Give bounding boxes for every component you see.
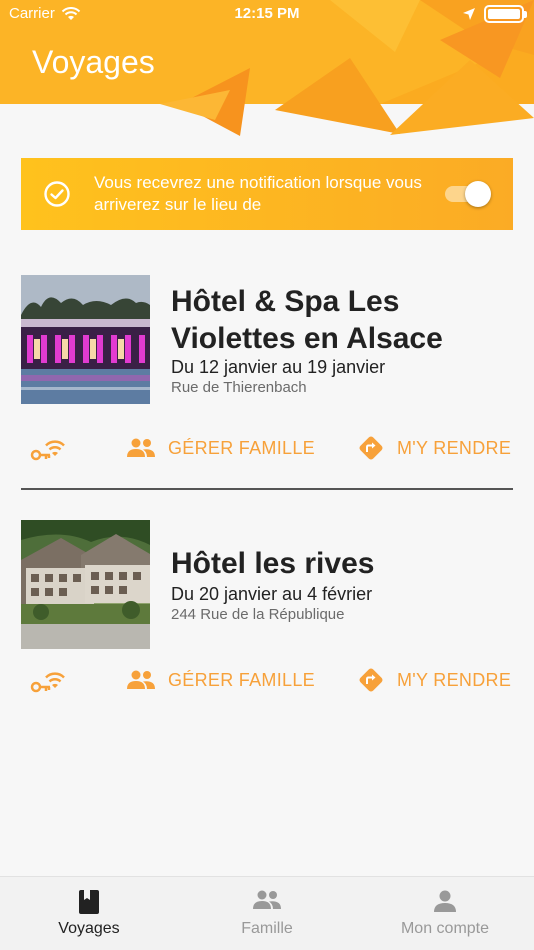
- clock: 12:15 PM: [234, 5, 300, 22]
- trip-actions: GÉRER FAMILLE M'Y RENDRE: [0, 428, 534, 468]
- tab-voyages[interactable]: Voyages: [0, 877, 178, 950]
- check-circle-icon: [44, 181, 70, 207]
- notification-text: Vous recevrez une notification lorsque v…: [94, 173, 422, 214]
- hotel-name: Hôtel les rives: [171, 547, 375, 580]
- hotel-name: Hôtel & Spa Les Violettes en Alsace: [171, 285, 443, 355]
- directions-icon: [359, 436, 383, 460]
- manage-family-label: GÉRER FAMILLE: [168, 437, 315, 458]
- manage-family-label: GÉRER FAMILLE: [168, 669, 315, 690]
- trip-dates: Du 12 janvier au 19 janvier: [171, 357, 386, 377]
- notification-toggle[interactable]: [443, 180, 491, 208]
- directions-label: M'Y RENDRE: [397, 437, 512, 458]
- notification-banner: Vous recevrez une notification lorsque v…: [21, 158, 513, 230]
- page-title: Voyages: [32, 44, 155, 80]
- status-bar: Carrier 12:15 PM: [0, 0, 534, 28]
- tab-label: Voyages: [58, 920, 120, 937]
- wifi-key-icon: [30, 440, 65, 461]
- people-icon: [253, 890, 281, 909]
- tab-label: Famille: [241, 920, 293, 937]
- people-icon: [127, 438, 155, 457]
- people-icon: [127, 670, 155, 689]
- trip-dates: Du 20 janvier au 4 février: [171, 584, 373, 604]
- hotel-photo: [21, 275, 150, 404]
- directions-icon: [359, 668, 383, 692]
- tab-label: Mon compte: [400, 920, 490, 937]
- person-icon: [434, 890, 456, 912]
- directions-label: M'Y RENDRE: [397, 669, 512, 690]
- book-icon: [79, 890, 99, 914]
- directions-button[interactable]: M'Y RENDRE: [357, 428, 511, 468]
- tab-bar: Voyages Famille Mon compte: [0, 876, 534, 950]
- hotel-photo: [21, 520, 150, 649]
- wifi-key-button[interactable]: [30, 428, 70, 468]
- tab-famille[interactable]: Famille: [178, 877, 356, 950]
- divider: [21, 488, 513, 490]
- header: Carrier 12:15 PM Voyages: [0, 0, 534, 140]
- manage-family-button[interactable]: GÉRER FAMILLE: [126, 660, 315, 700]
- directions-button[interactable]: M'Y RENDRE: [357, 660, 511, 700]
- hotel-address: 244 Rue de la République: [171, 606, 345, 623]
- location-arrow-icon: [463, 8, 475, 20]
- tab-mon-compte[interactable]: Mon compte: [356, 877, 534, 950]
- trip-actions: GÉRER FAMILLE M'Y RENDRE: [0, 660, 534, 700]
- hotel-address: Rue de Thierenbach: [171, 379, 307, 396]
- manage-family-button[interactable]: GÉRER FAMILLE: [126, 428, 315, 468]
- wifi-key-icon: [30, 672, 65, 693]
- wifi-key-button[interactable]: [30, 660, 70, 700]
- battery-icon: [484, 5, 527, 23]
